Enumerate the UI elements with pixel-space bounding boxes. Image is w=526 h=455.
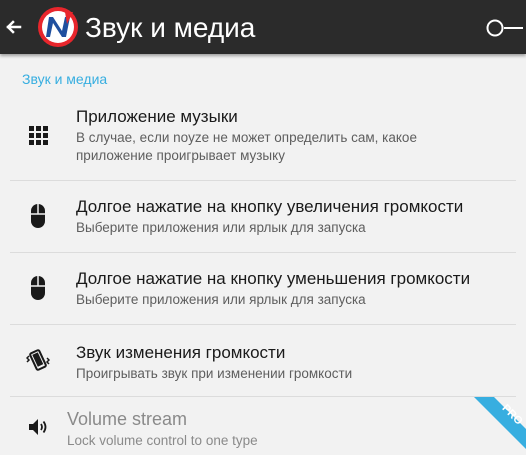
item-subtitle: Lock volume control to one type [67, 433, 258, 448]
item-title: Долгое нажатие на кнопку уменьшения гром… [76, 269, 471, 288]
arrow-back-icon[interactable] [4, 14, 24, 40]
app-bar: Звук и медиа [0, 0, 526, 54]
page-title: Звук и медиа [85, 12, 256, 43]
item-subtitle: Выберите приложения или ярлык для запуск… [76, 292, 366, 307]
section-header: Звук и медиа [22, 71, 108, 87]
list-item-music-app[interactable]: Приложение музыки В случае, если noyze н… [0, 96, 526, 180]
switch-toggle-icon[interactable] [486, 19, 524, 37]
speaker-icon [27, 415, 51, 439]
item-subtitle: В случае, если noyze не может определить… [76, 130, 417, 163]
item-subtitle: Проигрывать звук при изменении громкости [76, 366, 353, 381]
item-title: Звук изменения громкости [76, 343, 286, 362]
mouse-icon [26, 275, 50, 300]
list-item-volume-change-sound[interactable]: Звук изменения громкости Проигрывать зву… [0, 325, 526, 396]
apps-grid-icon [26, 123, 50, 147]
pro-badge: PRO [472, 397, 526, 451]
list-item-volume-up-longpress[interactable]: Долгое нажатие на кнопку увеличения гром… [0, 181, 526, 252]
item-title: Volume stream [67, 409, 188, 429]
item-title: Долгое нажатие на кнопку увеличения гром… [76, 197, 464, 216]
list-item-volume-stream[interactable]: Volume stream Lock volume control to one… [0, 397, 526, 455]
item-title: Приложение музыки [76, 107, 238, 126]
noyze-logo-icon [37, 6, 79, 48]
mouse-icon [26, 203, 50, 228]
item-subtitle: Выберите приложения или ярлык для запуск… [76, 220, 366, 235]
list-item-volume-down-longpress[interactable]: Долгое нажатие на кнопку уменьшения гром… [0, 253, 526, 324]
vibrate-icon [25, 347, 51, 371]
